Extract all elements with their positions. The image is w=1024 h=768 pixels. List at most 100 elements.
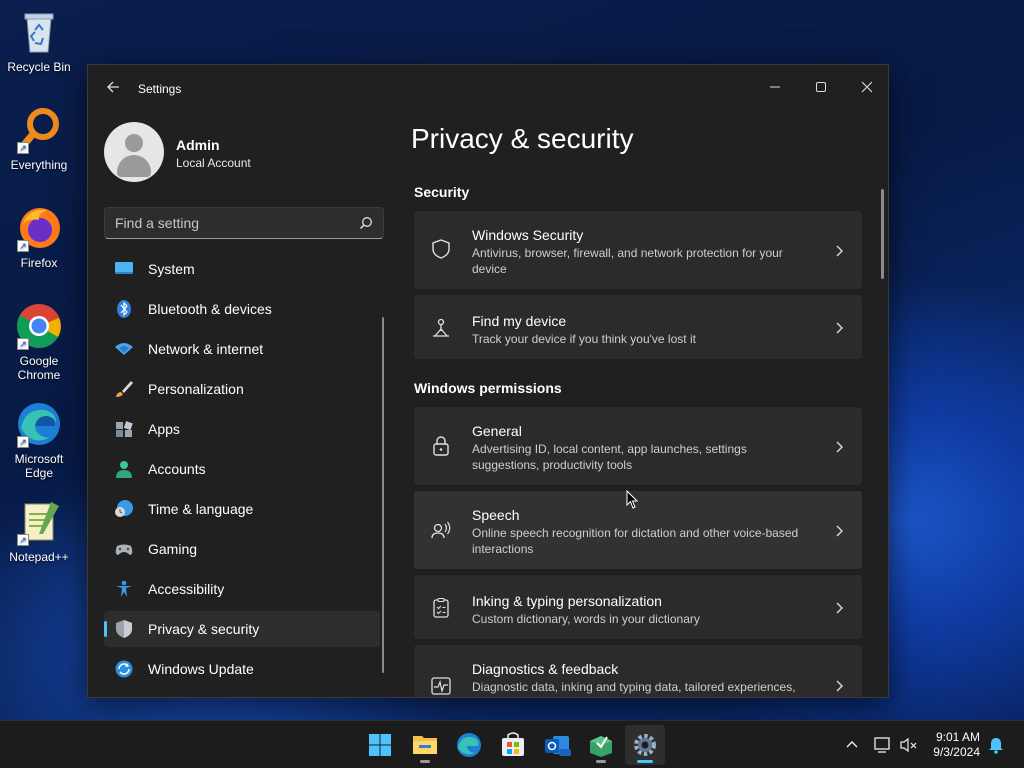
sidebar-item-label: Time & language [148,501,254,517]
desktop-icon-label: Everything [10,158,68,172]
sidebar-item-network[interactable]: Network & internet [104,331,380,367]
taskbar-app-installer[interactable] [581,725,621,765]
shortcut-arrow-icon: ↗ [17,240,29,252]
shield-icon [116,620,132,638]
tray-display-button[interactable] [872,735,894,755]
taskbar-file-explorer[interactable] [405,725,445,765]
card-title: Inking & typing personalization [472,593,662,609]
avatar [104,122,164,182]
chevron-right-icon [836,525,843,537]
person-pin-icon [433,318,449,337]
shortcut-arrow-icon: ↗ [17,142,29,154]
desktop-icon-firefox[interactable]: ↗ Firefox [0,204,78,270]
close-icon [861,81,873,93]
system-icon [115,262,133,274]
search-icon[interactable] [359,216,373,230]
card-title: Speech [472,507,520,523]
chevron-up-icon [846,741,858,748]
card-diagnostics-feedback[interactable]: Diagnostics & feedback Diagnostic data, … [413,644,863,697]
window-title: Settings [138,82,182,96]
gamepad-icon [115,544,133,555]
firefox-icon: ↗ [15,204,63,252]
taskbar-settings[interactable] [625,725,665,765]
sidebar-item-apps[interactable]: Apps [104,411,380,447]
user-profile[interactable]: Admin Local Account [104,122,384,184]
desktop-icon-everything[interactable]: ↗ Everything [0,106,78,172]
sidebar-item-bluetooth[interactable]: Bluetooth & devices [104,291,380,327]
shortcut-arrow-icon: ↗ [17,338,29,350]
sidebar-item-accounts[interactable]: Accounts [104,451,380,487]
apps-icon [116,421,133,437]
sidebar-item-accessibility[interactable]: Accessibility [104,571,380,607]
card-description: Antivirus, browser, firewall, and networ… [472,246,783,276]
diagnostics-icon [431,677,451,695]
accounts-icon [116,461,132,478]
card-general[interactable]: General Advertising ID, local content, a… [413,406,863,486]
section-title-windows-permissions: Windows permissions [414,380,562,396]
sidebar-scrollbar[interactable] [382,317,384,673]
back-button[interactable] [102,79,124,101]
sidebar-item-privacy-security[interactable]: Privacy & security [104,611,380,647]
desktop-icon-label: Recycle Bin [7,60,71,74]
shield-outline-icon [432,239,450,259]
minimize-icon [770,86,780,88]
sidebar-item-gaming[interactable]: Gaming [104,531,380,567]
card-title: General [472,423,522,439]
display-icon [874,737,890,753]
taskbar: 9:01 AM 9/3/2024 [0,720,1024,768]
card-description: Track your device if you think you've lo… [472,332,696,346]
windows-logo-icon [369,734,391,756]
notifications-button[interactable] [986,735,1006,755]
gear-icon [634,734,656,756]
accessibility-icon [116,580,132,597]
sidebar-item-windows-update[interactable]: Windows Update [104,651,380,687]
desktop-icon-label: Firefox [20,256,58,270]
desktop-icon-label: Google Chrome [17,354,61,382]
taskbar-outlook[interactable] [537,725,577,765]
chevron-right-icon [836,322,843,334]
bluetooth-icon [117,300,131,318]
sidebar-item-label: Bluetooth & devices [148,301,272,317]
close-button[interactable] [844,73,888,103]
taskbar-edge[interactable] [449,725,489,765]
chrome-icon: ↗ [15,302,63,350]
arrow-left-icon [107,81,119,93]
tray-overflow-button[interactable] [842,735,862,755]
sidebar-item-personalization[interactable]: Personalization [104,371,380,407]
clipboard-icon [433,597,449,618]
sidebar-nav: System Bluetooth & devices Network & int… [104,251,380,691]
tray-clock[interactable]: 9:01 AM 9/3/2024 [933,730,980,760]
maximize-button[interactable] [798,73,844,103]
maximize-icon [816,82,826,92]
main-scrollbar[interactable] [881,189,884,279]
volume-muted-icon [900,737,917,753]
page-title: Privacy & security [411,123,634,154]
desktop-icon-edge[interactable]: ↗ Microsoft Edge [0,400,78,480]
tray-volume-button[interactable] [898,735,920,755]
taskbar-store[interactable] [493,725,533,765]
package-icon [590,736,612,757]
sidebar-item-time-language[interactable]: Time & language [104,491,380,527]
profile-name: Admin [176,137,220,153]
card-title: Find my device [472,313,567,329]
desktop-icon-label: Microsoft Edge [14,452,64,480]
minimize-button[interactable] [752,73,798,103]
search-box[interactable] [104,207,384,239]
outlook-icon [545,736,571,756]
mouse-cursor-icon [626,490,639,509]
shortcut-arrow-icon: ↗ [17,436,29,448]
speech-icon [431,521,451,539]
desktop-icon-recycle-bin[interactable]: Recycle Bin [0,8,78,74]
everything-icon: ↗ [15,106,63,154]
desktop-icon-chrome[interactable]: ↗ Google Chrome [0,302,78,382]
card-inking-typing[interactable]: Inking & typing personalization Custom d… [413,574,863,640]
sidebar-item-system[interactable]: System [104,251,380,287]
search-input[interactable] [115,208,345,238]
card-find-my-device[interactable]: Find my device Track your device if you … [413,294,863,360]
notepadpp-icon: ↗ [15,498,63,546]
start-button[interactable] [360,725,400,765]
desktop-icon-notepadpp[interactable]: ↗ Notepad++ [0,498,78,564]
title-bar[interactable]: Settings [88,65,888,113]
profile-account-type: Local Account [176,156,251,170]
card-windows-security[interactable]: Windows Security Antivirus, browser, fir… [413,210,863,290]
